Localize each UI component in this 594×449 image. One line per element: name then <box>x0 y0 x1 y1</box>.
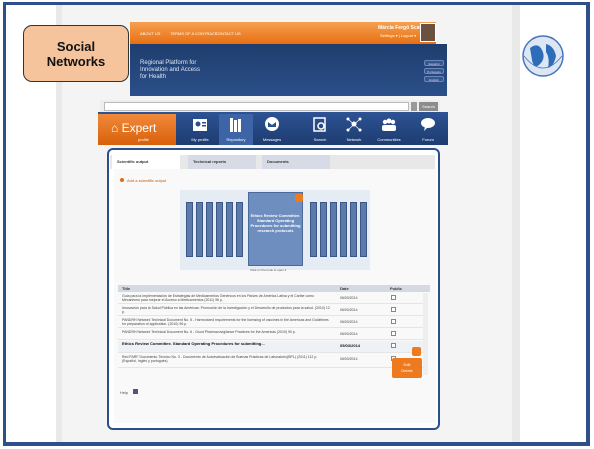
globe-logo <box>522 35 564 77</box>
nav-item-network[interactable]: Network <box>337 114 371 145</box>
repository-icon <box>230 118 241 132</box>
book-spine[interactable] <box>186 202 193 257</box>
delete-menu-item[interactable]: Delete <box>392 368 422 374</box>
book-spine[interactable] <box>236 202 243 257</box>
row-actions-button[interactable] <box>412 347 421 356</box>
edit-book-button[interactable] <box>295 194 303 202</box>
brand-sub: profile <box>138 137 149 142</box>
tab-documents[interactable]: Documents <box>262 155 330 169</box>
expert-profile-logo[interactable]: ⌂ Expert profile <box>98 114 176 145</box>
table-row[interactable]: Innovación para la Salud Pública en las … <box>118 305 423 316</box>
public-checkbox[interactable] <box>391 307 396 312</box>
help-icon[interactable] <box>133 389 138 394</box>
book-spine[interactable] <box>320 202 327 257</box>
communities-icon <box>382 118 396 131</box>
profile-icon <box>193 119 207 131</box>
top-link-terms[interactable]: TERMS OF A CONTRACT <box>170 31 217 36</box>
table-scrollbar[interactable] <box>423 293 428 375</box>
book-spine[interactable] <box>206 202 213 257</box>
messages-icon <box>265 117 279 131</box>
book-spine[interactable] <box>310 202 317 257</box>
avatar[interactable] <box>420 23 436 42</box>
language-button-pt[interactable]: Português <box>424 68 444 74</box>
top-link-contact[interactable]: CONTACT US <box>215 31 241 36</box>
book-spine[interactable] <box>360 202 367 257</box>
nav-item-repository[interactable]: Repository <box>219 114 253 145</box>
add-scientific-output-link[interactable]: Add a scientific output <box>127 178 166 183</box>
network-icon <box>346 117 362 132</box>
public-checkbox[interactable] <box>391 295 396 300</box>
brand-label: ⌂ Expert <box>111 121 157 135</box>
selected-book[interactable]: Ethics Review Committee. Standard Operat… <box>248 192 303 266</box>
frame-border <box>3 2 589 5</box>
frame-border <box>586 2 590 446</box>
add-icon <box>120 178 124 182</box>
public-checkbox[interactable] <box>391 319 396 324</box>
table-row[interactable]: PANDRH Network Technical Document No. 5 … <box>118 317 423 328</box>
table-row[interactable]: Red PARF Documento Técnico No. 3 - Docum… <box>118 354 423 368</box>
search-icon <box>313 117 326 132</box>
forum-icon <box>421 118 435 131</box>
column-public[interactable]: Public <box>390 286 402 291</box>
table-row[interactable]: PANDRH Network Technical Document No. 6 … <box>118 329 423 340</box>
book-spine[interactable] <box>330 202 337 257</box>
nav-item-forum[interactable]: Forum <box>411 114 445 145</box>
frame-border <box>3 442 589 446</box>
top-link-about[interactable]: ABOUT US <box>140 31 160 36</box>
nav-item-communities[interactable]: Communities <box>372 114 406 145</box>
book-spine[interactable] <box>350 202 357 257</box>
social-networks-callout: Social Networks <box>23 25 129 82</box>
column-title[interactable]: Title <box>122 286 130 291</box>
language-button-en[interactable]: English <box>424 76 444 82</box>
search-button[interactable]: Search <box>419 102 438 111</box>
public-checkbox[interactable] <box>391 331 396 336</box>
book-spine[interactable] <box>340 202 347 257</box>
clear-search-button[interactable] <box>411 102 417 111</box>
search-input[interactable] <box>104 102 409 111</box>
nav-item-my-profile[interactable]: My profile <box>183 114 217 145</box>
language-button-es[interactable]: Español <box>424 60 444 66</box>
user-menu[interactable]: Settings ▾ | Logout ▾ <box>380 33 416 38</box>
book-spine[interactable] <box>226 202 233 257</box>
help-link[interactable]: Help <box>120 390 128 395</box>
site-title: Regional Platform for Innovation and Acc… <box>140 60 201 80</box>
row-actions-menu[interactable]: Edit Delete <box>392 358 422 378</box>
table-header: Title Date Public <box>118 285 430 292</box>
table-row[interactable]: Guía para la Implementación de Estrategi… <box>118 293 423 304</box>
shelf-caption: Click on the book to open it <box>250 268 287 272</box>
book-spine[interactable] <box>196 202 203 257</box>
table-row-selected[interactable]: Ethics Review Committee. Standard Operat… <box>118 341 423 353</box>
public-checkbox[interactable] <box>391 343 396 348</box>
slide: ABOUT US TERMS OF A CONTRACT CONTACT US … <box>0 0 594 449</box>
nav-item-search[interactable]: Search <box>303 114 337 145</box>
tab-technical-reports[interactable]: Technical reports <box>188 155 256 169</box>
frame-border <box>3 2 6 446</box>
column-date[interactable]: Date <box>340 286 349 291</box>
book-spine[interactable] <box>216 202 223 257</box>
tab-scientific-output[interactable]: Scientific output <box>112 155 180 169</box>
nav-item-messages[interactable]: Messages <box>255 114 289 145</box>
